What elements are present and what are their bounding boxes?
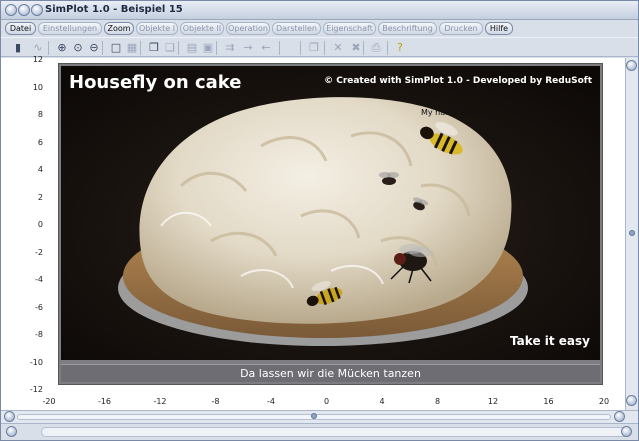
- pages-icon[interactable]: ❒: [307, 41, 321, 55]
- y-tick-label: -10: [29, 357, 43, 367]
- menu-objekte-ii[interactable]: Objekte II: [180, 22, 224, 35]
- caption-text: Da lassen wir die Mücken tanzen: [240, 367, 421, 380]
- x-tick-label: 4: [379, 397, 385, 406]
- vertical-scrollbar[interactable]: [625, 58, 638, 410]
- photo-note: My name is Maja: [421, 108, 489, 117]
- y-tick-label: 4: [37, 165, 43, 174]
- scroll-left-button[interactable]: [4, 411, 15, 422]
- horizontal-scrollbar[interactable]: [1, 410, 638, 423]
- delete-icon[interactable]: ✕: [331, 41, 345, 55]
- status-left-button[interactable]: [6, 426, 17, 437]
- y-tick-label: -8: [35, 330, 43, 339]
- x-tick-label: 0: [323, 397, 330, 406]
- zoom-in-icon[interactable]: ⊕: [55, 41, 69, 55]
- menu-darstellen[interactable]: Darstellen: [272, 22, 321, 35]
- menu-operation[interactable]: Operation: [226, 22, 270, 35]
- y-tick-label: 0: [37, 220, 43, 229]
- y-tick-label: -4: [35, 275, 43, 284]
- photo-object[interactable]: Housefly on cake © Created with SimPlot …: [58, 63, 603, 385]
- toolbar-separator: [363, 41, 364, 55]
- photo-title: Housefly on cake: [69, 72, 242, 93]
- x-tick-label: -8: [211, 397, 220, 406]
- y-tick-label: 2: [37, 192, 43, 202]
- app-window: SimPlot 1.0 - Beispiel 15 Datei Einstellu…: [0, 0, 639, 441]
- x-tick-label: 16: [543, 397, 554, 406]
- toolbar-separator: [102, 41, 103, 55]
- title-bar[interactable]: SimPlot 1.0 - Beispiel 15: [1, 1, 638, 20]
- status-right-button[interactable]: [621, 426, 632, 437]
- zoom-fit-icon[interactable]: ⊙: [71, 41, 85, 55]
- x-tick-label: -4: [267, 397, 275, 406]
- x-tick-label: -12: [153, 397, 167, 406]
- paste-icon[interactable]: ❏: [163, 41, 177, 55]
- menu-drucken[interactable]: Drucken: [439, 22, 483, 35]
- x-tick-label: 12: [487, 397, 499, 406]
- toolbar-separator: [279, 41, 280, 55]
- caption-bar: Da lassen wir die Mücken tanzen: [61, 364, 600, 382]
- y-tick-label: -6: [35, 302, 43, 312]
- frame-icon[interactable]: □: [109, 41, 123, 55]
- delete-all-icon[interactable]: ✖: [349, 41, 363, 55]
- toolbar-separator: [178, 41, 179, 55]
- toolbar-separator: [216, 41, 217, 55]
- toolbar-separator: [48, 41, 49, 55]
- y-tick-label: 10: [32, 82, 43, 92]
- menu-beschriftung[interactable]: Beschriftung: [378, 22, 437, 35]
- menu-eigenschaft[interactable]: Eigenschaft: [323, 22, 376, 35]
- y-tick-label: 6: [37, 137, 43, 147]
- window-menu-button[interactable]: [5, 4, 17, 16]
- copy-icon[interactable]: ❐: [147, 41, 161, 55]
- cake-image: [61, 66, 600, 360]
- horizontal-scroll-thumb[interactable]: [311, 413, 317, 419]
- grid-icon[interactable]: ▦: [125, 41, 139, 55]
- arrow-left-icon[interactable]: ←: [259, 41, 273, 55]
- y-tick-label: -12: [29, 385, 43, 394]
- scroll-up-button[interactable]: [626, 60, 637, 71]
- maximize-button[interactable]: [31, 4, 43, 16]
- toolbar-separator: [387, 41, 388, 55]
- menu-datei[interactable]: Datei: [5, 22, 36, 35]
- x-tick-label: -16: [97, 397, 112, 406]
- menu-einstellungen[interactable]: Einstellungen: [38, 22, 102, 35]
- export-icon[interactable]: ⇉: [223, 41, 237, 55]
- graph-icon[interactable]: ∿: [31, 41, 45, 55]
- calculator-icon[interactable]: ▮: [11, 41, 25, 55]
- x-tick-label: -20: [42, 397, 56, 406]
- menu-hilfe[interactable]: Hilfe: [485, 22, 513, 35]
- vertical-scroll-thumb[interactable]: [629, 230, 635, 236]
- photo-credit: © Created with SimPlot 1.0 - Developed b…: [324, 76, 592, 86]
- toolbar-separator: [324, 41, 325, 55]
- arrow-right-icon[interactable]: →: [241, 41, 255, 55]
- toolbar-separator: [300, 41, 301, 55]
- y-tick-label: -2: [35, 247, 43, 257]
- help-icon[interactable]: ?: [393, 41, 407, 55]
- scroll-right-button[interactable]: [614, 411, 625, 422]
- menu-zoom[interactable]: Zoom: [104, 22, 134, 35]
- menu-bar: Datei Einstellungen Zoom Objekte I Objekte I…: [1, 20, 638, 37]
- photo-slogan: Take it easy: [510, 334, 590, 348]
- y-tick-label: 8: [37, 110, 43, 119]
- zoom-out-icon[interactable]: ⊖: [87, 41, 101, 55]
- scroll-down-button[interactable]: [626, 395, 637, 406]
- print-icon[interactable]: ⎙: [369, 41, 383, 55]
- image-icon[interactable]: ▣: [201, 41, 215, 55]
- y-tick-label: 12: [32, 55, 43, 64]
- cake-photo: Housefly on cake © Created with SimPlot …: [61, 66, 600, 360]
- status-bar: [1, 423, 638, 440]
- toolbar: ▮ ∿ ⊕ ⊙ ⊖ □ ▦ ❐ ❏ ▤ ▣ ⇉ → ← ❒ ✕ ✖ ⎙?: [1, 37, 638, 57]
- x-tick-label: 8: [434, 397, 441, 406]
- toolbar-separator: [140, 41, 141, 55]
- menu-objekte-i[interactable]: Objekte I: [136, 22, 178, 35]
- status-field: [41, 427, 631, 437]
- table-icon[interactable]: ▤: [185, 41, 199, 55]
- minimize-button[interactable]: [18, 4, 30, 16]
- x-tick-label: 20: [598, 397, 610, 406]
- window-title: SimPlot 1.0 - Beispiel 15: [45, 4, 183, 15]
